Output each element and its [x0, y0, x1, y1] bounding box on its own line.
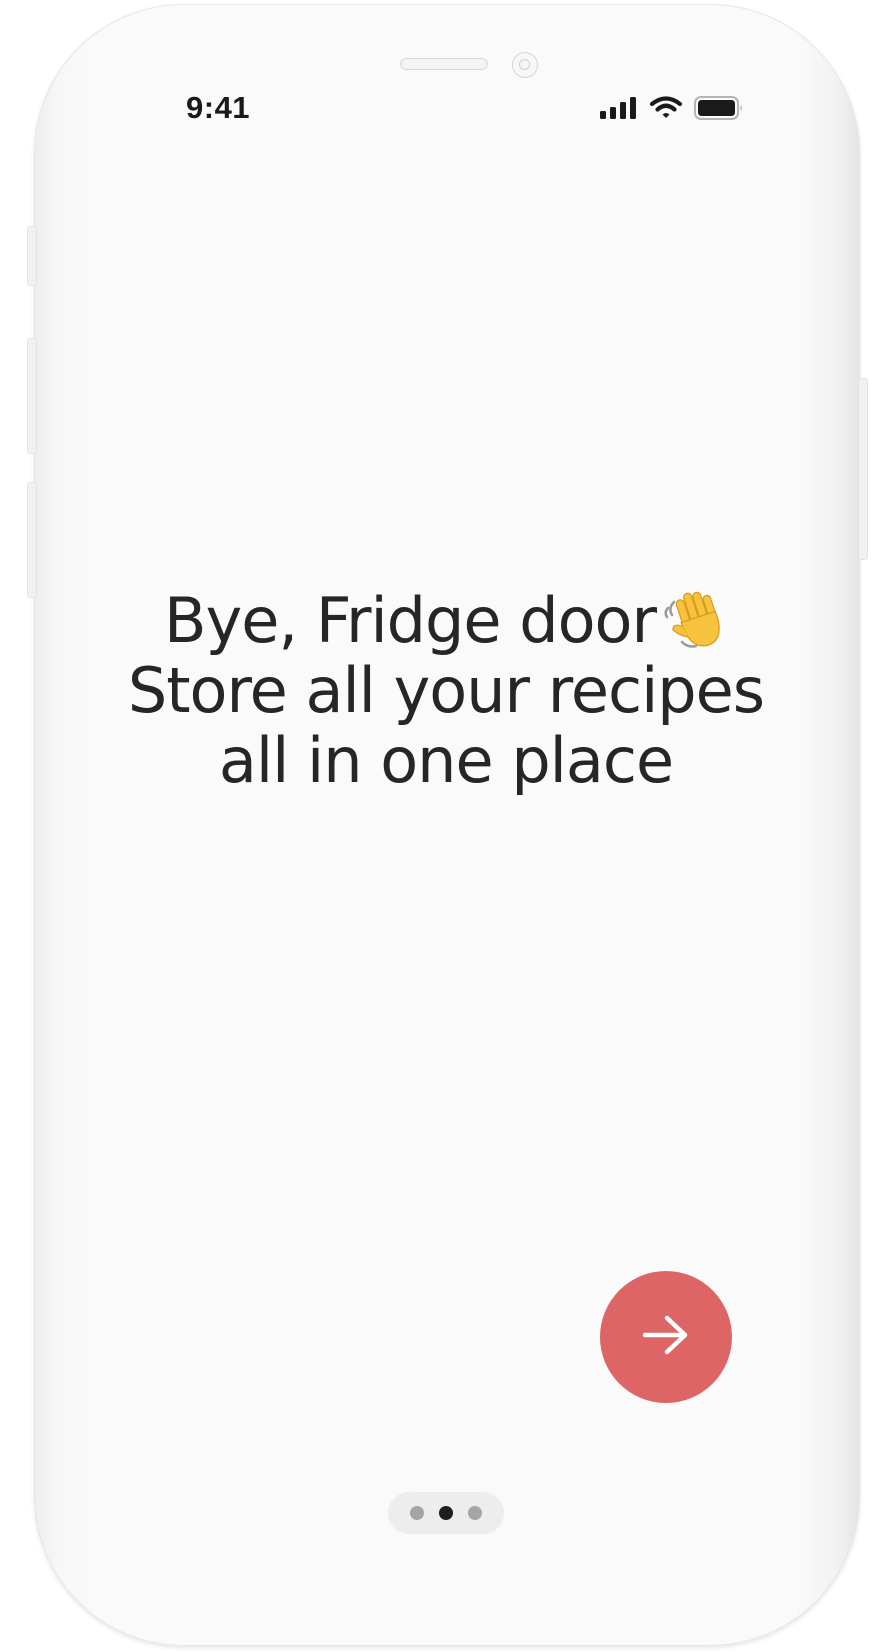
status-icons: [600, 96, 744, 124]
earpiece-speaker: [400, 58, 488, 70]
headline-line-3: all in one place: [218, 724, 674, 797]
headline-line-2: Store all your recipes: [127, 654, 765, 727]
page-dot-1[interactable]: [410, 1506, 424, 1520]
front-camera: [512, 52, 538, 78]
headline-line-1-text: Bye, Fridge door: [164, 584, 657, 657]
cellular-signal-icon: [600, 97, 638, 123]
volume-down-button: [27, 482, 37, 598]
power-button: [858, 378, 868, 560]
next-button[interactable]: [600, 1271, 732, 1403]
wifi-icon: [649, 96, 683, 124]
mute-switch: [27, 226, 37, 286]
status-time: 9:41: [186, 90, 251, 125]
onboarding-headline: Bye, Fridge door Store all your recipes …: [100, 586, 792, 796]
page-dot-2-active[interactable]: [439, 1506, 453, 1520]
page-dot-3[interactable]: [468, 1506, 482, 1520]
battery-icon: [694, 96, 744, 124]
page-indicator: [388, 1492, 504, 1534]
phone-frame: [34, 4, 860, 1646]
volume-up-button: [27, 338, 37, 454]
waving-hand-icon: [662, 586, 728, 652]
arrow-right-icon: [641, 1313, 691, 1361]
headline-line-1: Bye, Fridge door: [100, 586, 792, 656]
